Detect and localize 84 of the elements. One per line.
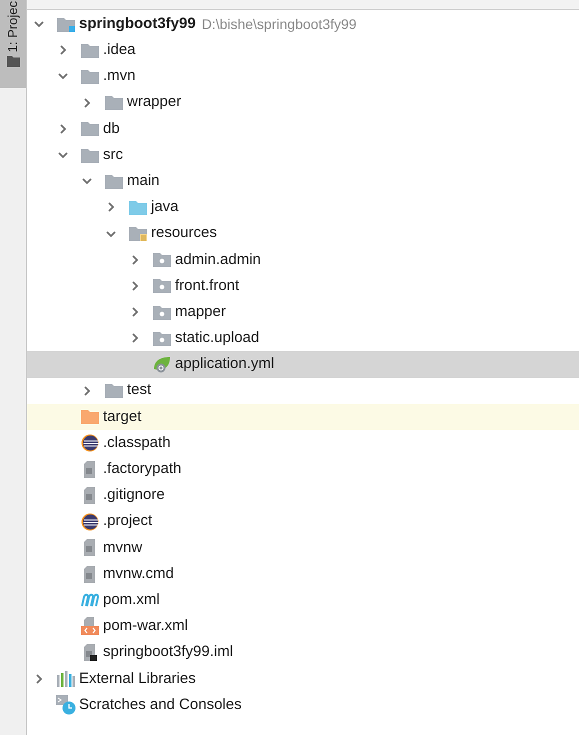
item-label: mvnw [103,538,142,558]
eclipse-icon [81,512,99,531]
module-file-icon [83,644,97,662]
tree-row[interactable]: Scratches and Consoles [27,692,579,718]
tree-row[interactable]: mapper [27,299,579,326]
tree-row[interactable]: main [27,168,579,194]
leaf-icon [153,356,171,374]
tree-row[interactable]: resources [27,220,579,247]
item-label: mvnw.cmd [103,564,174,584]
item-label: application.yml [175,354,274,374]
item-label: springboot3fy99.iml [103,642,234,662]
module-folder-icon [57,16,75,32]
item-label: java [151,197,179,218]
tree-row[interactable]: front.front [27,272,579,300]
tree-row[interactable]: pom-war.xml [27,613,579,640]
tree-row[interactable]: java [27,194,579,220]
tree-row[interactable]: .idea [27,37,579,64]
tree-row[interactable]: db [27,116,579,142]
tree-row[interactable]: static.upload [27,325,579,352]
text-file-icon [83,460,97,478]
item-label: pom.xml [103,590,160,610]
item-label: Scratches and Consoles [79,694,242,715]
tree-row[interactable]: admin.admin [27,246,579,273]
tree-row[interactable]: .project [27,508,579,535]
folder-icon [105,383,123,398]
item-label: springboot3fy99 [79,14,196,34]
item-label: .mvn [103,66,136,86]
folder-icon [105,95,123,110]
folder-icon [129,200,147,215]
xml-file-icon [81,617,99,636]
item-label: .idea [103,40,136,60]
item-label: pom-war.xml [103,616,188,636]
item-label: main [127,170,160,191]
tree-row[interactable]: mvnw [27,534,579,561]
tree-row[interactable]: springboot3fy99 D:\bishe\springboot3fy99 [27,11,579,38]
item-label: static.upload [175,328,260,348]
console-clock-icon [56,694,76,715]
eclipse-icon [81,434,99,452]
folder-icon [81,121,99,136]
libraries-icon [57,670,75,687]
item-label: admin.admin [175,250,261,270]
package-folder-icon [153,304,171,320]
package-folder-icon [153,252,171,268]
tree-row[interactable]: mvnw.cmd [27,560,579,588]
tree-row[interactable]: src [27,142,579,168]
item-label: target [103,406,142,427]
item-label: .project [103,511,152,532]
tree-row[interactable]: .gitignore [27,482,579,509]
folder-icon [81,42,99,58]
tree-row[interactable]: .factorypath [27,456,579,482]
folder-icon [81,68,99,84]
item-label: External Libraries [79,668,196,689]
tree-row[interactable]: springboot3fy99.iml [27,640,579,666]
text-file-icon [83,539,97,556]
excluded-tree-row[interactable]: target [27,404,579,430]
m-letter-icon [81,593,99,608]
tree-row[interactable]: pom.xml [27,587,579,614]
tree-row[interactable]: wrapper [27,90,579,116]
project-tab[interactable]: 1: Projec [0,0,26,88]
item-label: .factorypath [103,459,182,480]
item-label: mapper [175,302,226,322]
package-folder-icon [153,278,171,294]
tree-row[interactable]: .classpath [27,430,579,456]
resources-folder-icon [129,226,147,242]
tree-row[interactable]: test [27,378,579,404]
package-folder-icon [153,330,171,346]
text-file-icon [83,486,97,504]
selected-tree-row[interactable]: application.yml [27,351,579,378]
text-file-icon [83,566,97,583]
folder-icon [81,409,99,424]
item-label: db [103,118,120,139]
tree-row[interactable]: .mvn [27,63,579,90]
folder-icon [6,56,20,68]
item-label: .classpath [103,432,171,453]
tree-row[interactable]: External Libraries [27,666,579,692]
item-label: wrapper [127,92,182,112]
project-path: D:\bishe\springboot3fy99 [202,14,357,34]
folder-icon [105,174,123,189]
item-label: front.front [175,276,240,296]
item-label: .gitignore [103,485,165,506]
item-label: test [127,380,152,400]
item-label: src [103,144,123,165]
item-label: resources [151,223,217,244]
folder-icon [81,148,99,163]
